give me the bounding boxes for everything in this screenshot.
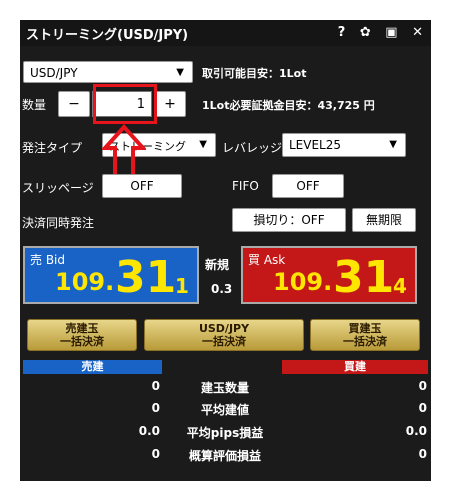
ask-price-main: 109.: [273, 268, 333, 296]
min-trade-text: 取引可能目安：1Lot: [202, 67, 307, 80]
order-type-label: 発注タイプ: [22, 141, 83, 155]
table-row: 0 平均建値 0: [20, 401, 431, 421]
streaming-window: ストリーミング(USD/JPY) ? ✿ ▣ ✕ USD/JPY ▼ 取引可能目…: [20, 20, 431, 481]
pair-bulk-line2: 一括決済: [202, 335, 246, 348]
bid-price-big: 31: [115, 252, 177, 303]
buy-header-text: 買建: [344, 360, 366, 373]
table-row: 0 建玉数量 0: [20, 379, 431, 399]
margin-info-text: 1Lot必要証拠金目安：43,725 円: [202, 99, 375, 112]
slippage-toggle[interactable]: OFF: [102, 174, 182, 198]
leverage-value: LEVEL25: [289, 138, 342, 152]
buy-pips-value: 0.0: [405, 424, 427, 438]
sell-bulk-settle-button[interactable]: 売建玉 一括決済: [27, 319, 137, 351]
table-row: 0.0 平均pips損益 0.0: [20, 424, 431, 444]
currency-pair-value: USD/JPY: [30, 66, 78, 80]
fifo-label: FIFO: [232, 179, 259, 193]
help-icon[interactable]: ?: [338, 25, 346, 40]
expiry-label: 無期限: [365, 213, 402, 227]
sell-pips-value: 0.0: [138, 424, 160, 438]
expiry-button[interactable]: 無期限: [352, 208, 416, 232]
title-bar: ストリーミング(USD/JPY) ? ✿ ▣ ✕: [20, 20, 431, 46]
buy-qty-value: 0: [418, 379, 427, 393]
row-label: 平均pips損益: [186, 426, 264, 440]
ask-price-small: 4: [393, 274, 407, 298]
quantity-highlight-box: [93, 84, 157, 124]
stoploss-label: 損切り：OFF: [253, 213, 325, 227]
ask-button[interactable]: 買 Ask 109. 31 4: [241, 246, 417, 304]
chevron-down-icon: ▼: [199, 139, 207, 150]
fifo-value: OFF: [296, 179, 320, 193]
quantity-plus-button[interactable]: +: [154, 91, 186, 117]
row-label: 概算評価損益: [188, 449, 261, 463]
row-label: 平均建値: [200, 403, 249, 417]
slippage-label: スリッページ: [22, 181, 94, 195]
buy-bulk-line1: 買建玉: [348, 322, 382, 335]
chevron-down-icon: ▼: [389, 139, 397, 150]
chevron-down-icon: ▼: [176, 67, 184, 78]
sell-header: 売建: [23, 360, 162, 374]
row-label: 建玉数量: [200, 381, 249, 395]
bid-price-main: 109.: [55, 268, 115, 296]
buy-pl-value: 0: [418, 447, 427, 461]
sell-avg-value: 0: [151, 401, 160, 415]
sell-bulk-line1: 売建玉: [65, 322, 99, 335]
bid-label: 売 Bid: [30, 253, 65, 267]
settings-icon[interactable]: ✿: [360, 25, 371, 40]
buy-avg-value: 0: [418, 401, 427, 415]
leverage-label: レバレッジ: [222, 141, 283, 155]
sell-header-text: 売建: [81, 360, 104, 373]
quantity-label: 数量: [22, 98, 47, 112]
ask-price-big: 31: [333, 252, 395, 303]
spread-label: 新規: [205, 258, 230, 272]
fifo-toggle[interactable]: OFF: [272, 174, 344, 198]
currency-pair-select[interactable]: USD/JPY ▼: [23, 61, 193, 83]
leverage-select[interactable]: LEVEL25 ▼: [282, 133, 406, 157]
popout-icon[interactable]: ▣: [385, 25, 397, 40]
plus-icon: +: [164, 96, 176, 112]
window-title: ストリーミング(USD/JPY): [26, 28, 189, 43]
stoploss-button[interactable]: 損切り：OFF: [232, 208, 346, 232]
ask-label: 買 Ask: [248, 253, 286, 267]
sell-bulk-line2: 一括決済: [60, 335, 104, 348]
minus-icon: −: [68, 96, 80, 112]
table-row: 0 概算評価損益 0: [20, 447, 431, 467]
buy-header: 買建: [282, 360, 428, 374]
slippage-value: OFF: [130, 179, 154, 193]
sell-qty-value: 0: [151, 379, 160, 393]
close-icon[interactable]: ✕: [412, 25, 423, 40]
arrow-up-annotation-icon: [102, 124, 146, 179]
buy-bulk-settle-button[interactable]: 買建玉 一括決済: [310, 319, 420, 351]
bid-button[interactable]: 売 Bid 109. 31 1: [23, 246, 199, 304]
pair-bulk-settle-button[interactable]: USD/JPY 一括決済: [144, 319, 304, 351]
settle-simultaneous-label: 決済同時発注: [22, 216, 95, 230]
pair-bulk-line1: USD/JPY: [198, 322, 250, 335]
quantity-minus-button[interactable]: −: [58, 91, 90, 117]
spread-value: 0.3: [211, 282, 233, 296]
bid-price-small: 1: [175, 274, 189, 298]
buy-bulk-line2: 一括決済: [343, 335, 387, 348]
sell-pl-value: 0: [151, 447, 160, 461]
